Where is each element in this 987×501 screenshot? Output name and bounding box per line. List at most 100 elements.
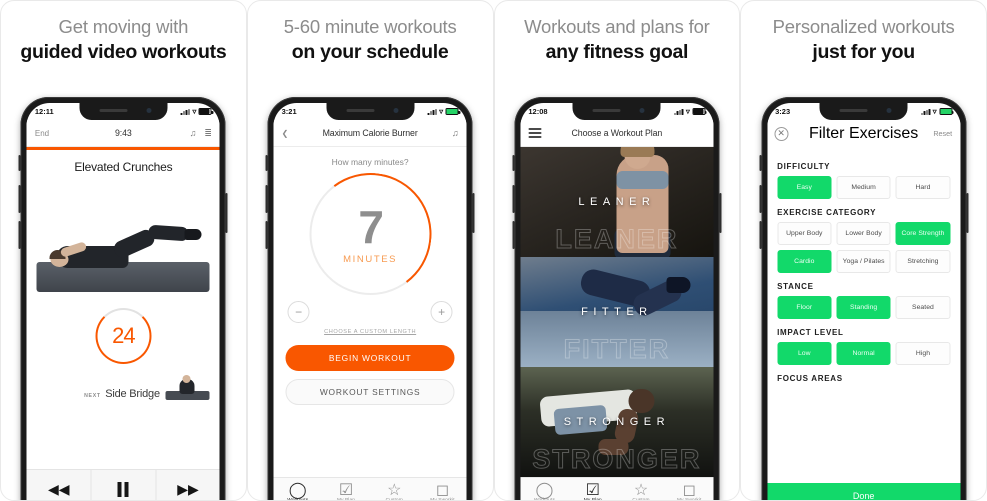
section-title-stance: STANCE [777, 282, 814, 291]
tab-custom[interactable]: ☆ Custom [370, 482, 418, 500]
workout-settings-button[interactable]: WORKOUT SETTINGS [285, 379, 455, 405]
chip-stretching[interactable]: Stretching [895, 250, 951, 273]
chip-row: Upper Body Lower Body Core Strength [777, 222, 951, 245]
chip-low[interactable]: Low [777, 342, 832, 365]
signal-bars-icon [180, 108, 190, 115]
wifi-icon: ▿ [932, 106, 937, 116]
tab-custom[interactable]: ☆ Custom [617, 482, 665, 500]
plan-card-leaner[interactable]: LEANER LEANER [520, 147, 714, 257]
chip-cardio[interactable]: Cardio [777, 250, 832, 273]
volume-down-button [512, 221, 515, 249]
hamburger-menu-icon[interactable] [528, 128, 542, 138]
wifi-icon: ▿ [439, 106, 444, 116]
chip-hard[interactable]: Hard [895, 176, 951, 199]
tab-bar-3: ◯ Workouts ☑ My Plan ☆ Custom ◻ My Swork… [520, 477, 714, 500]
panel-1-headline-bottom: guided video workouts [20, 41, 227, 64]
phone-mockup-4: 3:23 ▿ ✕ Filter Exercises Reset DIFFICUL… [759, 97, 969, 501]
chip-seated[interactable]: Seated [895, 296, 951, 319]
plan-card-stronger[interactable]: STRONGER STRONGER [520, 367, 714, 477]
plan-label-leaner: LEANER [578, 196, 656, 208]
exercise-title: Elevated Crunches [74, 159, 173, 174]
begin-workout-button[interactable]: BEGIN WORKOUT [285, 345, 455, 371]
panel-1-headline-top: Get moving with [58, 16, 189, 37]
calendar-check-icon: ☑ [585, 482, 600, 500]
end-workout-button[interactable]: End [35, 129, 49, 138]
chip-lower-body[interactable]: Lower Body [836, 222, 891, 245]
battery-icon [198, 108, 214, 115]
phone-mockup-1: 12:11 ▿ End 9:43 ♫ ≣ Elevated Crunches 2… [18, 97, 228, 500]
decrease-minutes-button[interactable]: − [287, 301, 310, 323]
chevron-left-icon[interactable]: ❮ [282, 129, 289, 138]
star-icon: ☆ [633, 482, 649, 500]
chip-core-strength[interactable]: Core Strength [895, 222, 951, 245]
plan-label-fitter: FITTER [581, 306, 653, 318]
increase-minutes-button[interactable]: + [430, 301, 453, 323]
rewind-icon[interactable]: ◀◀ [27, 470, 91, 500]
chip-high[interactable]: High [895, 342, 951, 365]
dial-progress-arc [301, 165, 440, 303]
pause-icon[interactable] [90, 470, 156, 500]
battery-charging-icon [939, 108, 954, 115]
rep-counter-wrap: 24 [27, 307, 220, 364]
chip-row: Floor Standing Seated [777, 296, 951, 319]
stopwatch-icon: ◯ [535, 482, 554, 500]
section-title-focus-areas: FOCUS AREAS [777, 374, 843, 383]
workout-detail-nav-bar: ❮ Maximum Calorie Burner ♫ [273, 120, 467, 147]
music-note-icon[interactable]: ♫ [452, 128, 459, 138]
tab-my-plan[interactable]: ☑ My Plan [569, 482, 617, 500]
volume-up-button [512, 185, 515, 213]
panel-4-headline: Personalized workouts just for you [741, 1, 986, 66]
plan-ghost-label: FITTER [563, 334, 671, 365]
duration-stepper: − + [274, 295, 467, 323]
panel-2-headline: 5-60 minute workouts on your schedule [248, 1, 493, 66]
chip-normal[interactable]: Normal [836, 342, 891, 365]
plan-card-fitter[interactable]: FITTER FITTER [520, 257, 714, 367]
fast-forward-icon[interactable]: ▶▶ [155, 470, 220, 500]
tab-workouts[interactable]: ◯ Workouts [520, 482, 568, 500]
battery-icon [692, 108, 707, 115]
section-title-impact-level: IMPACT LEVEL [777, 328, 844, 337]
duration-dial[interactable]: 7 MINUTES [301, 165, 440, 303]
tab-bar-2: ◯ Workouts ☑ My Plan ☆ Custom ◻ My Swork… [273, 477, 467, 500]
screenshot-panel-4: Personalized workouts just for you 3:23 … [740, 0, 987, 501]
done-button[interactable]: Done [767, 483, 961, 501]
workout-name: Maximum Calorie Burner [322, 128, 418, 138]
status-bar-1: 12:11 ▿ [27, 103, 220, 120]
status-time: 12:11 [34, 107, 54, 116]
done-button-label: Done [852, 491, 875, 501]
tab-workouts[interactable]: ◯ Workouts [274, 482, 322, 500]
signal-bars-icon [674, 108, 684, 115]
screenshot-panel-2: 5-60 minute workouts on your schedule 3:… [246, 0, 494, 501]
reset-button[interactable]: Reset [933, 129, 952, 138]
chip-upper-body[interactable]: Upper Body [777, 222, 832, 245]
tab-my-sworkit[interactable]: ◻ My Sworkit [418, 482, 466, 500]
chip-row: Easy Medium Hard [777, 176, 951, 199]
chip-yoga-pilates[interactable]: Yoga / Pilates [836, 250, 891, 273]
chip-medium[interactable]: Medium [836, 176, 891, 199]
tab-my-plan[interactable]: ☑ My Plan [322, 482, 370, 500]
chip-floor[interactable]: Floor [777, 296, 832, 319]
filter-page-title: Filter Exercises [808, 124, 919, 142]
sliders-icon[interactable]: ≣ [204, 128, 212, 139]
close-circle-icon[interactable]: ✕ [774, 126, 789, 141]
tab-my-sworkit[interactable]: ◻ My Sworkit [665, 482, 713, 500]
signal-bars-icon [427, 108, 437, 115]
volume-down-button [759, 221, 762, 249]
mute-switch [265, 155, 268, 171]
chip-standing[interactable]: Standing [836, 296, 891, 319]
next-exercise-row[interactable]: NEXT Side Bridge [27, 364, 220, 402]
custom-length-link[interactable]: CHOOSE A CUSTOM LENGTH [274, 329, 467, 335]
signal-bars-icon [921, 108, 931, 115]
wifi-icon: ▿ [685, 106, 690, 116]
mute-switch [512, 155, 515, 171]
music-note-icon[interactable]: ♫ [190, 128, 197, 138]
status-time: 12:08 [528, 107, 548, 116]
exercise-video-frame[interactable] [32, 179, 214, 298]
chip-easy[interactable]: Easy [777, 176, 832, 199]
phone-mockup-2: 3:21 ▿ ❮ Maximum Calorie Burner ♫ How ma… [265, 97, 475, 500]
panel-2-headline-bottom: on your schedule [291, 41, 449, 64]
chip-row: Cardio Yoga / Pilates Stretching [777, 250, 951, 273]
calendar-check-icon: ☑ [338, 482, 354, 500]
workout-nav-bar: End 9:43 ♫ ≣ [26, 120, 220, 147]
filter-nav-bar: ✕ Filter Exercises Reset [767, 120, 961, 147]
